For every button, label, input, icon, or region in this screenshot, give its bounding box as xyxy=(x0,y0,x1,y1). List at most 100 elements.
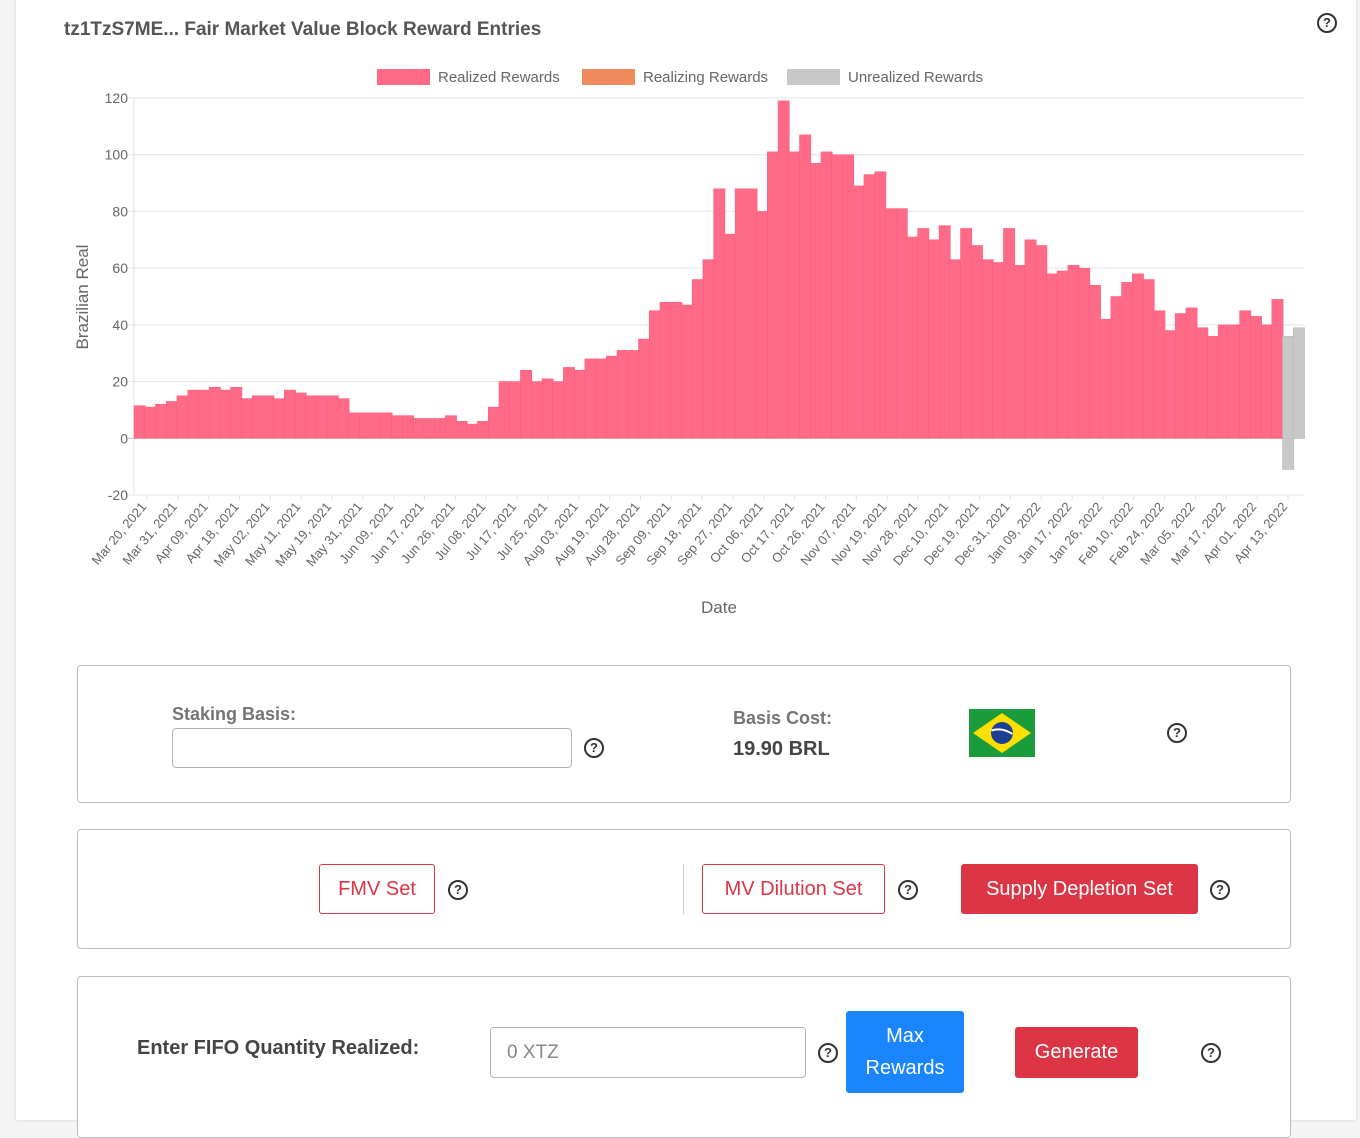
legend-label: Realized Rewards xyxy=(438,69,560,86)
realized-bar xyxy=(1142,279,1155,439)
realized-bar xyxy=(1099,318,1112,439)
realized-bar xyxy=(1196,327,1209,439)
realized-bar xyxy=(477,421,490,439)
realized-bar xyxy=(1035,245,1048,439)
realized-bar xyxy=(606,355,618,439)
legend-swatch xyxy=(582,69,635,85)
realized-bar xyxy=(970,245,983,439)
realized-bar xyxy=(809,162,822,439)
realized-bar xyxy=(1217,324,1230,439)
realized-bar xyxy=(842,154,855,439)
realized-bar xyxy=(1013,265,1026,439)
realized-bar xyxy=(391,415,404,439)
help-icon[interactable]: ? xyxy=(1167,723,1187,743)
rewards-chart: Realized Rewards Realizing Rewards Unreali… xyxy=(73,69,1305,617)
realized-bar xyxy=(713,188,726,439)
realized-bar xyxy=(198,389,210,439)
realized-bar xyxy=(863,174,876,439)
help-icon[interactable]: ? xyxy=(584,738,604,758)
realized-bar xyxy=(165,401,178,439)
y-tick-label: 20 xyxy=(112,374,128,390)
realized-bar xyxy=(176,395,189,439)
realized-bar xyxy=(155,404,168,439)
realized-bar xyxy=(1185,307,1198,439)
realized-bar xyxy=(251,395,264,439)
realized-bar xyxy=(573,369,586,439)
y-tick-label: 120 xyxy=(105,90,129,106)
fifo-panel: Enter FIFO Quantity Realized: ? Max Rewa… xyxy=(77,976,1291,1138)
fmv-set-button[interactable]: FMV Set xyxy=(319,864,435,914)
realized-bar xyxy=(627,350,640,439)
realized-bar xyxy=(316,395,329,439)
realized-bar xyxy=(455,421,468,439)
help-icon[interactable]: ? xyxy=(898,880,918,900)
legend-swatch xyxy=(377,69,430,85)
realized-bar xyxy=(616,350,629,439)
realized-bar xyxy=(541,378,554,439)
realized-bar xyxy=(1056,270,1069,439)
realized-bar xyxy=(487,406,500,439)
realized-bar xyxy=(1228,324,1241,439)
realized-bar xyxy=(498,381,511,439)
realized-bar xyxy=(1089,284,1101,439)
help-icon[interactable]: ? xyxy=(448,880,468,900)
generate-button[interactable]: Generate xyxy=(1015,1027,1138,1078)
x-axis: Mar 20, 2021Mar 31, 2021Apr 09, 2021Apr … xyxy=(89,495,1290,569)
realized-bar xyxy=(1110,296,1123,439)
realized-bar xyxy=(273,398,286,439)
realized-bar xyxy=(466,423,479,439)
brazil-flag-icon[interactable] xyxy=(969,709,1035,757)
y-tick-label: 0 xyxy=(120,430,128,446)
max-rewards-button[interactable]: Max Rewards xyxy=(846,1011,964,1093)
realized-bar xyxy=(928,239,940,439)
realized-bar xyxy=(648,310,661,439)
fifo-quantity-label: Enter FIFO Quantity Realized: xyxy=(137,1037,420,1059)
supply-depletion-set-button[interactable]: Supply Depletion Set xyxy=(961,864,1198,914)
realized-bar xyxy=(777,100,790,439)
help-icon[interactable]: ? xyxy=(1201,1043,1221,1063)
mv-dilution-set-button[interactable]: MV Dilution Set xyxy=(702,864,885,914)
realized-bar xyxy=(1024,239,1037,439)
realized-bar xyxy=(1153,310,1166,439)
realized-bar xyxy=(1174,313,1187,439)
realized-bar xyxy=(745,188,758,439)
realized-bar xyxy=(1067,265,1080,439)
realized-bar xyxy=(187,389,200,439)
realized-bar xyxy=(638,338,651,439)
unrealized-bar xyxy=(1282,335,1295,439)
realized-bar xyxy=(981,259,994,439)
realized-bar xyxy=(895,208,908,439)
realized-bar xyxy=(820,151,833,439)
fifo-quantity-input[interactable] xyxy=(490,1027,806,1078)
realized-bar xyxy=(584,358,597,439)
y-axis-label: Brazilian Real xyxy=(73,245,92,350)
realized-bar xyxy=(369,412,382,439)
realized-bar xyxy=(767,151,779,439)
realized-bar xyxy=(241,398,253,439)
legend-label: Unrealized Rewards xyxy=(848,69,983,86)
realized-bar xyxy=(906,236,919,439)
realized-bar xyxy=(1239,310,1252,439)
help-icon[interactable]: ? xyxy=(1210,880,1230,900)
realized-bar xyxy=(874,171,887,439)
realized-bar xyxy=(1132,273,1144,439)
realized-bar xyxy=(1121,282,1134,439)
realized-bar xyxy=(337,398,350,439)
help-icon[interactable]: ? xyxy=(818,1043,838,1063)
realized-bar xyxy=(563,367,575,439)
legend-swatch xyxy=(787,69,840,85)
divider xyxy=(683,864,684,914)
realized-bar xyxy=(1003,228,1016,439)
realized-bar xyxy=(788,151,801,439)
realized-bar xyxy=(734,188,747,439)
staking-basis-input[interactable] xyxy=(172,728,572,768)
chart-legend: Realized Rewards Realizing Rewards Unreali… xyxy=(377,69,983,86)
y-tick-label: 40 xyxy=(112,317,128,333)
unrealized-bar xyxy=(1293,327,1305,439)
realized-bar xyxy=(724,233,736,439)
realized-bar xyxy=(380,412,393,439)
realized-bar xyxy=(681,304,694,439)
realized-bar xyxy=(402,415,414,439)
realized-bar xyxy=(702,259,715,439)
realized-bar xyxy=(992,262,1005,439)
